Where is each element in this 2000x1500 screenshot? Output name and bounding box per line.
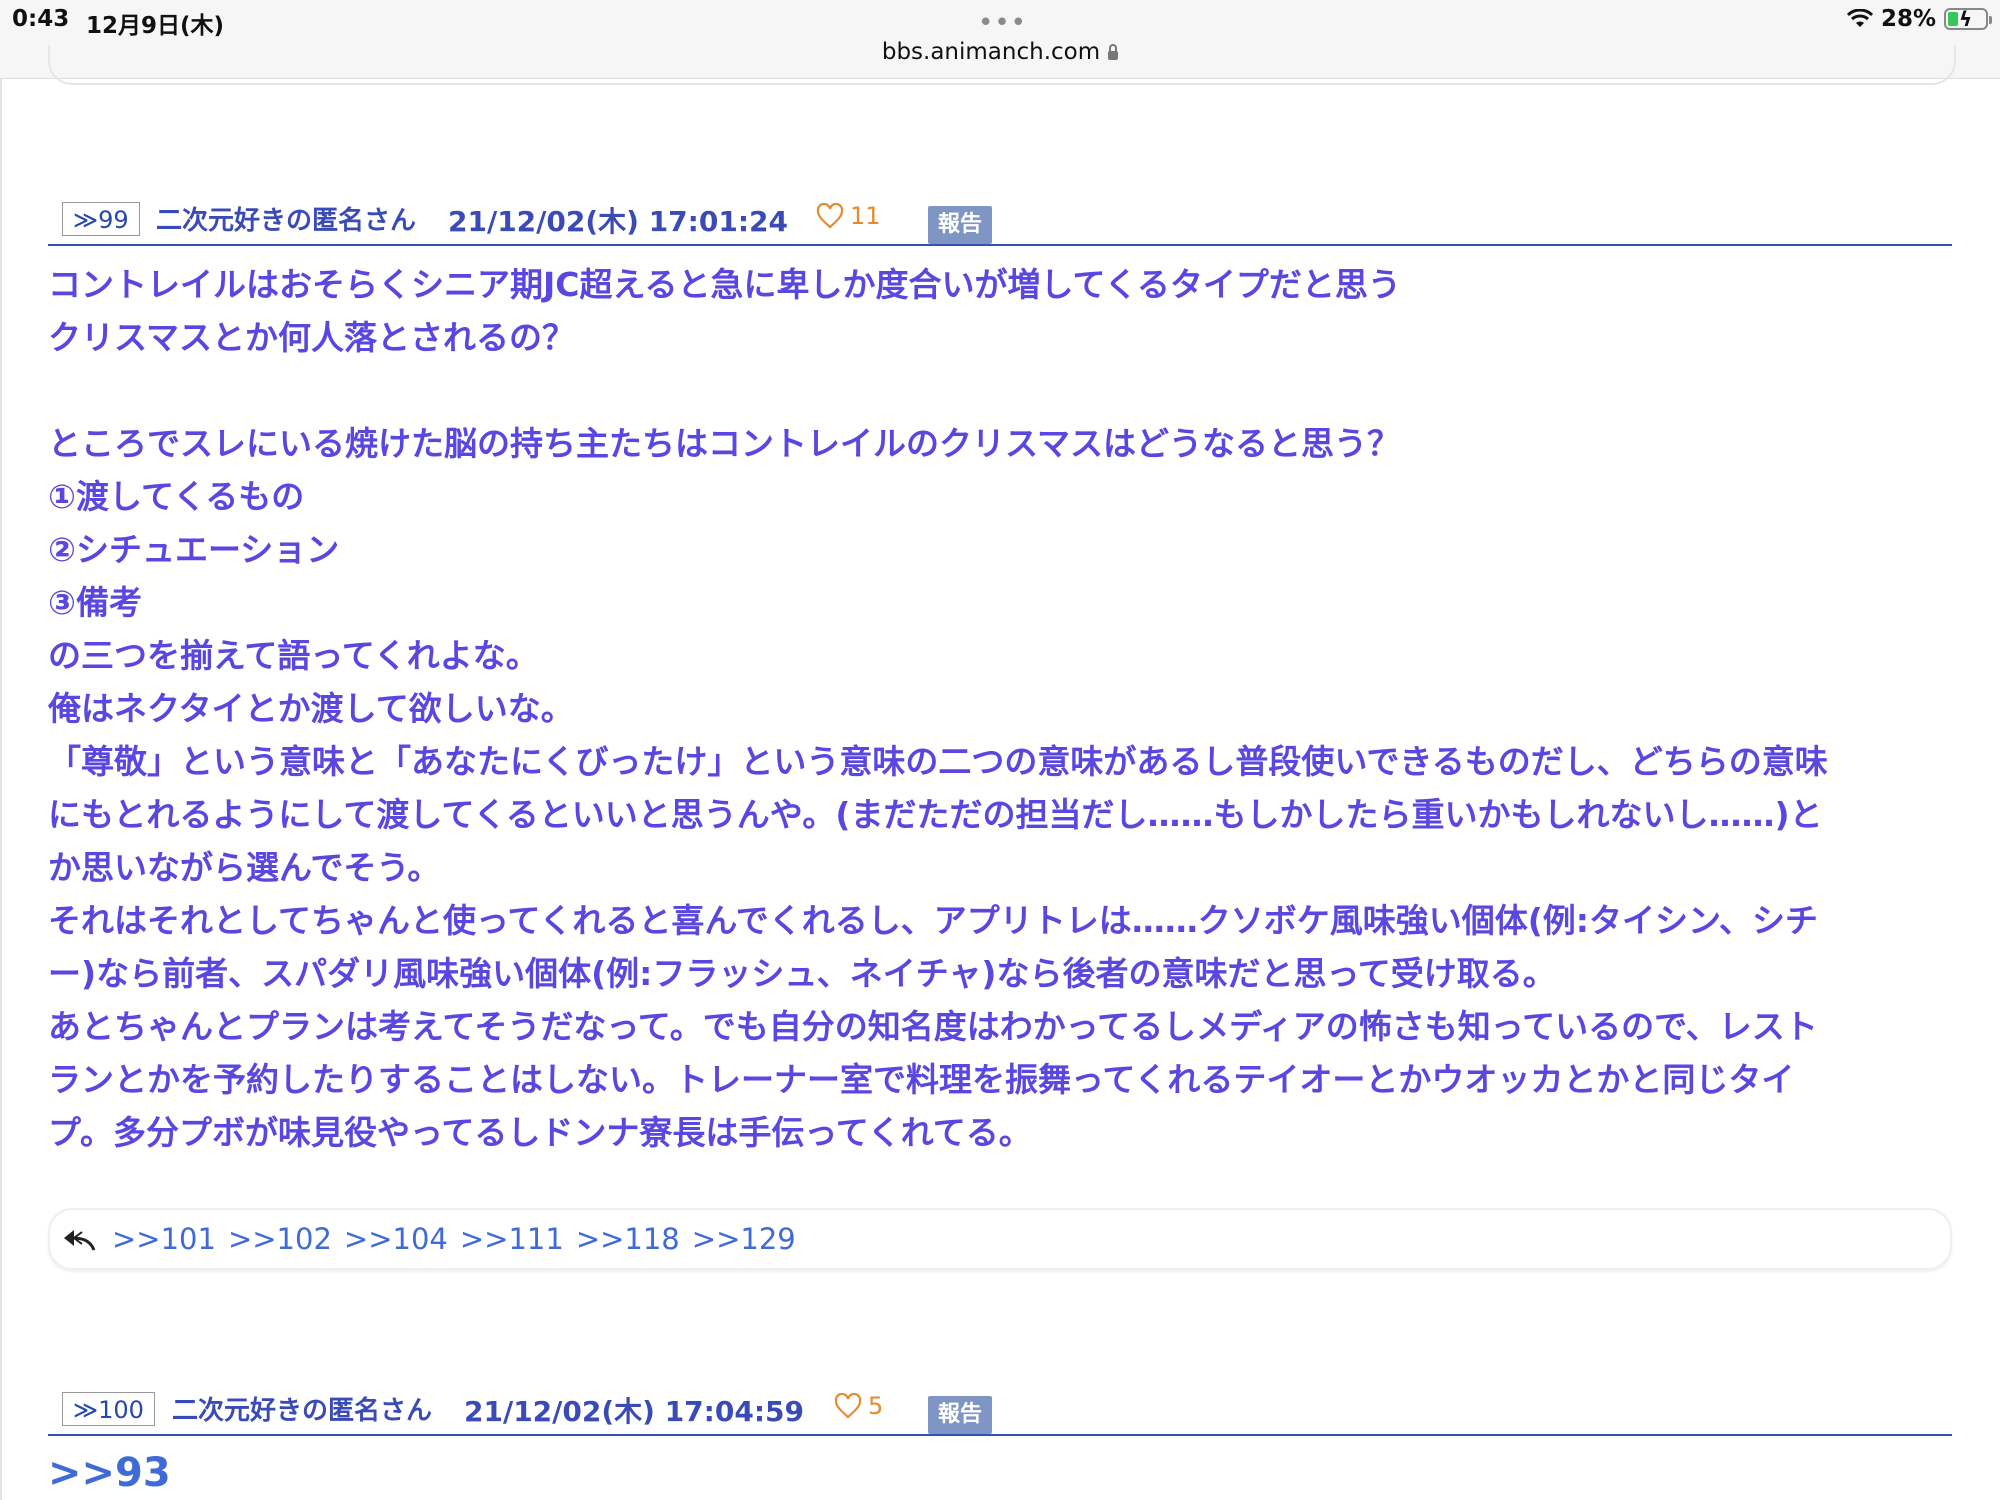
battery-tip (1989, 16, 1992, 24)
post-number[interactable]: ≫100 (62, 1392, 155, 1426)
replies-bar: >>101 >>102 >>104 >>111 >>118 >>129 (48, 1208, 1952, 1270)
post-line: コントレイルはおそらくシニア期JC超えると急に卑しか度合いが増してくるタイプだと… (48, 265, 1401, 304)
post-body: コントレイルはおそらくシニア期JC超えると急に卑しか度合いが増してくるタイプだと… (48, 258, 1948, 1159)
page-left-border (0, 78, 2, 1500)
like-button[interactable]: 11 (816, 202, 881, 230)
post-header: ≫99 二次元好きの匿名さん 21/12/02(木) 17:01:24 11 報… (48, 196, 1952, 246)
status-time: 0:43 (12, 6, 70, 32)
status-date: 12月9日(木) (86, 13, 225, 39)
post-line: ②シチュエーション (48, 530, 340, 569)
status-right: 28% ϟ (1846, 6, 1992, 32)
reply-link[interactable]: >>111 (460, 1222, 564, 1256)
post-line: クリスマスとか何人落とされるの？ (48, 318, 576, 357)
post-line: それはそれとしてちゃんと使ってくれると喜んでくれるし、アプリトレは……クソボケ風… (48, 901, 1819, 940)
post-line: ところでスレにいる焼けた脳の持ち主たちはコントレイルのクリスマスはどうなると思う… (48, 424, 1401, 463)
reply-link[interactable]: >>104 (344, 1222, 448, 1256)
poster-name: 二次元好きの匿名さん (156, 206, 417, 236)
poster-name: 二次元好きの匿名さん (172, 1396, 433, 1426)
post-line (48, 364, 1948, 417)
post-line: ー)なら前者、スパダリ風味強い個体(例:フラッシュ、ネイチャ)なら後者の意味だと… (48, 954, 1556, 993)
post-line: か思いながら選んでそう。 (48, 848, 441, 887)
post-line: の三つを揃えて語ってくれよな。 (48, 636, 539, 675)
post-line: ①渡してくるもの (48, 477, 305, 516)
post-line: 俺はネクタイとか渡して欲しいな。 (48, 689, 574, 728)
post-line: ③備考 (48, 583, 142, 622)
report-button[interactable]: 報告 (928, 1396, 993, 1434)
reply-link[interactable]: >>129 (692, 1222, 796, 1256)
reply-link[interactable]: >>118 (576, 1222, 680, 1256)
post-line: 「尊敬」という意味と「あなたにくびったけ」という意味の二つの意味があるし普段使い… (48, 742, 1828, 781)
post-line: ランとかを予約したりすることはしない。トレーナー室で料理を振舞ってくれるテイオー… (48, 1060, 1795, 1099)
battery-percent: 28% (1880, 6, 1936, 32)
wifi-icon (1846, 9, 1873, 29)
post-line: あとちゃんとプランは考えてそうだなって。でも自分の知名度はわかってるしメディアの… (48, 1007, 1818, 1046)
more-dots-icon[interactable]: ••• (978, 8, 1027, 38)
report-button[interactable]: 報告 (928, 206, 993, 244)
post-datetime: 21/12/02(木) 17:04:59 (464, 1395, 804, 1428)
heart-icon (834, 1393, 862, 1419)
reply-link[interactable]: >>101 (112, 1222, 216, 1256)
like-button[interactable]: 5 (834, 1392, 883, 1420)
battery-fill (1948, 12, 1958, 26)
post-line: プ。多分プボが味見役やってるしドンナ寮長は手伝ってくれてる。 (48, 1113, 1032, 1152)
quote-link[interactable]: >>93 (48, 1450, 171, 1496)
charging-bolt-icon: ϟ (1959, 7, 1973, 31)
reply-link[interactable]: >>102 (228, 1222, 332, 1256)
like-count: 5 (868, 1392, 884, 1420)
battery-icon: ϟ (1944, 7, 1992, 31)
reply-links: >>101 >>102 >>104 >>111 >>118 >>129 (112, 1222, 796, 1256)
previous-reply-box-edge (48, 45, 1956, 85)
post-number[interactable]: ≫99 (62, 202, 140, 236)
post-header: ≫100 二次元好きの匿名さん 21/12/02(木) 17:04:59 5 報… (48, 1386, 1952, 1436)
like-count: 11 (850, 202, 881, 230)
heart-icon (816, 203, 844, 229)
post-line: にもとれるようにして渡してくるといいと思うんや。(まだただの担当だし……もしかし… (48, 795, 1823, 834)
post-datetime: 21/12/02(木) 17:01:24 (448, 205, 788, 238)
reply-arrow-icon (62, 1228, 96, 1256)
